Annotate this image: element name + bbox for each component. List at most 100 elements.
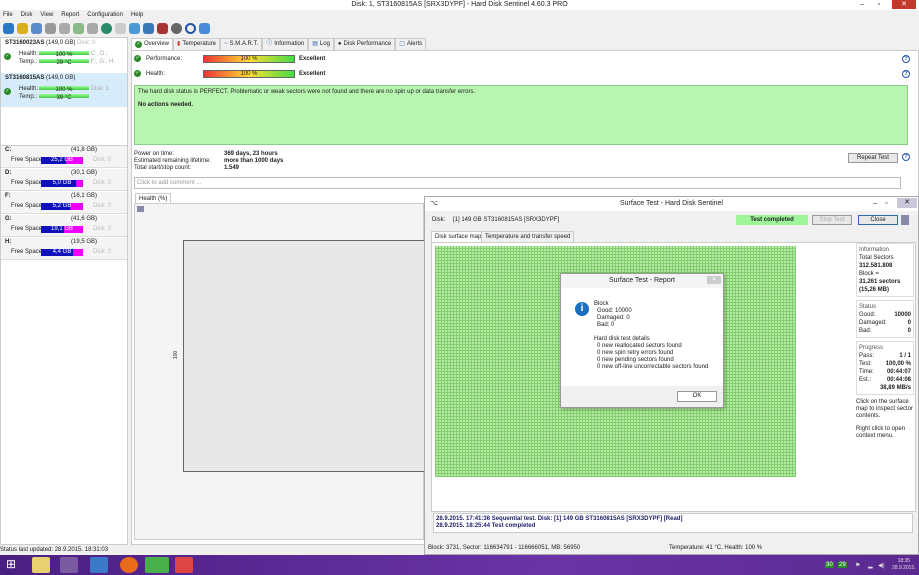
menu-file[interactable]: File [3, 10, 13, 20]
tab-label: Disk Performance [343, 41, 392, 47]
bad-value: 0 [907, 328, 911, 334]
test-log[interactable]: 28.9.2015. 17:41:36 Sequential test. Dis… [433, 513, 913, 533]
hd-sentinel-icon[interactable] [145, 557, 169, 573]
stop-test-button[interactable]: Stop Test [812, 215, 852, 225]
tab-temperature[interactable]: ▮ Temperature [173, 38, 221, 50]
clock-date: 28.9.2015. [892, 565, 916, 571]
settings-icon[interactable] [129, 22, 140, 34]
total-label: Total Sectors [859, 255, 894, 261]
help-icon[interactable] [185, 22, 196, 34]
help-icon[interactable]: ? [902, 55, 910, 63]
tab-smart[interactable]: ~ S.M.A.R.T. [220, 38, 263, 50]
status-text: The hard disk status is PERFECT. Problem… [138, 89, 476, 95]
startstop-label: Total start/stop count: [134, 165, 192, 171]
ok-icon: ✓ [134, 70, 141, 77]
est-value: 00:44:08 [886, 377, 911, 383]
save-icon[interactable] [901, 215, 909, 225]
app-icon[interactable] [60, 557, 78, 573]
clock[interactable]: 18:35 28.9.2015. [892, 558, 916, 572]
tab-alerts[interactable]: ▢ Alerts [395, 38, 427, 50]
disk-icon[interactable] [171, 22, 182, 34]
performance-rating: Excellent [299, 56, 326, 62]
menu-help[interactable]: Help [131, 10, 143, 20]
tab-label: Overview [144, 41, 170, 47]
partition-item[interactable]: C: (41,8 GB) Free Space 25,2 GB Disk: 0 [1, 146, 127, 168]
surface-test-icon[interactable] [87, 22, 98, 34]
tray-temp[interactable]: 29 [838, 562, 847, 568]
tray-volume-icon[interactable]: ◀) [878, 562, 885, 569]
firefox-icon[interactable] [120, 557, 138, 573]
minimize-button[interactable]: – [855, 0, 869, 9]
tab-information[interactable]: ⓘ Information [262, 38, 309, 50]
disk-size: (149,0 GB) [46, 75, 76, 81]
close-button[interactable]: ✕ [892, 0, 916, 9]
explorer-icon[interactable] [32, 557, 50, 573]
partition-item[interactable]: G: (41,6 GB) Free Space 19,1 GB Disk: 0 [1, 215, 127, 237]
free-space-bar: 25,2 GB [41, 157, 83, 164]
disk-item-1[interactable]: ST3160815AS (149,0 GB) ✓ Health: 100 % Di… [1, 73, 127, 107]
disk-value: [1] 149 GB ST3160815AS [SRX3DYPF] [453, 217, 560, 223]
status-title: Status [859, 304, 877, 310]
maximize-button[interactable]: ▫ [885, 197, 887, 211]
health-label: Health: [19, 51, 39, 57]
tab-overview[interactable]: ✓ Overview [131, 38, 174, 50]
repeat-test-button[interactable]: Repeat Test [848, 153, 898, 163]
tab-disk-performance[interactable]: ● Disk Performance [333, 38, 396, 50]
extended-test-icon[interactable] [73, 22, 84, 34]
chart-icon[interactable] [157, 22, 168, 34]
comment-input[interactable]: Click to add comment ... [134, 177, 901, 189]
health-label: Health: [146, 71, 166, 77]
free-space-value: 5,2 GB [52, 203, 72, 209]
log-entry: 28.9.2015. 17:41:36 Sequential test. Dis… [436, 516, 683, 522]
test-icon[interactable] [45, 22, 56, 34]
document-icon[interactable] [115, 22, 126, 34]
tray-network-icon[interactable]: ▂ [868, 562, 873, 569]
tray-temp[interactable]: 30 [825, 562, 834, 568]
info-panel: Information Total Sectors 312.581.808 Block… [856, 243, 914, 440]
toolbar [0, 20, 210, 36]
surface-test-icon: ⌥ [430, 200, 439, 207]
app-icon[interactable] [175, 557, 193, 573]
performance-icon: ● [337, 41, 342, 47]
refresh-icon[interactable] [3, 22, 14, 34]
disk-number: Disk: 0 [93, 203, 112, 209]
report-icon[interactable] [31, 22, 42, 34]
speed-value: 38,89 MB/s [879, 385, 911, 391]
ok-button[interactable]: OK [677, 391, 717, 402]
partition-size: (41,6 GB) [71, 216, 98, 222]
partition-item[interactable]: H: (19,5 GB) Free Space 4,4 GB Disk: 0 [1, 238, 127, 260]
disk-number: Disk: 0 [93, 226, 112, 232]
tab-disk-surface-map[interactable]: Disk surface map [431, 231, 486, 242]
close-button[interactable]: Close [858, 215, 898, 225]
menu-report[interactable]: Report [61, 10, 79, 20]
tab-log[interactable]: ▤ Log [308, 38, 334, 50]
help-icon[interactable]: ? [902, 153, 910, 161]
partition-item[interactable]: F: (16,1 GB) Free Space 5,2 GB Disk: 0 [1, 192, 127, 214]
dialog-close-button[interactable]: ✕ [707, 276, 721, 284]
menu-disk[interactable]: Disk [21, 10, 33, 20]
menu-configuration[interactable]: Configuration [87, 10, 123, 20]
menu-view[interactable]: View [40, 10, 53, 20]
performance-value: 100 % [240, 56, 258, 62]
short-test-icon[interactable] [59, 22, 70, 34]
disk-item-0[interactable]: ST3160023AS (149,0 GB) Disk: 0 ✓ Health:… [1, 38, 127, 72]
menu-bar: File Disk View Report Configuration Help [0, 10, 143, 20]
start-icon[interactable]: ⊞ [2, 557, 20, 573]
alert-icon[interactable] [17, 22, 28, 34]
close-window-button[interactable]: ✕ [897, 198, 917, 208]
report-line: 0 new reallocated sectors found [597, 343, 682, 349]
maximize-button[interactable]: ▫ [872, 0, 886, 9]
tab-temperature-speed[interactable]: Temperature and transfer speed [481, 231, 575, 242]
help-icon[interactable]: ? [902, 70, 910, 78]
minimize-button[interactable]: – [873, 197, 877, 211]
app-icon[interactable] [90, 557, 108, 573]
tab-label: Temperature [182, 41, 217, 47]
partition-item[interactable]: D: (30,1 GB) Free Space 5,0 GB Disk: 0 [1, 169, 127, 191]
info-icon[interactable] [199, 22, 210, 34]
save-icon[interactable] [137, 206, 144, 212]
tray-flag-icon[interactable]: ⚑ [855, 562, 860, 569]
good-label: Good: [859, 312, 876, 318]
send-icon[interactable] [143, 22, 154, 34]
tab-label: Disk surface map [435, 233, 482, 240]
web-icon[interactable] [101, 22, 112, 34]
